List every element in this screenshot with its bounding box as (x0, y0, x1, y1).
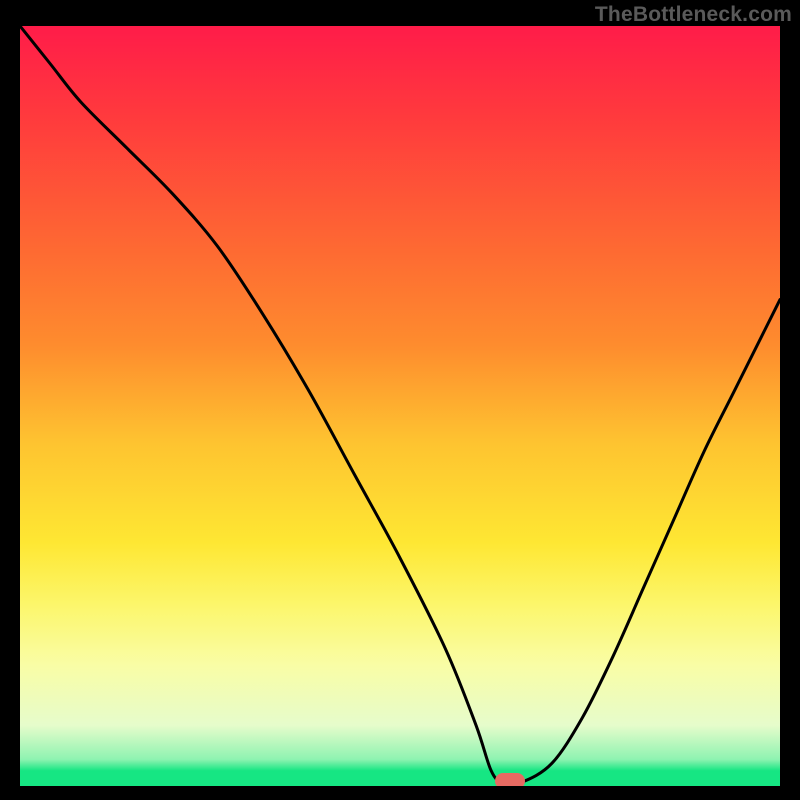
bottleneck-curve-path (20, 26, 780, 784)
chart-curve (20, 26, 780, 786)
optimum-marker (495, 773, 525, 786)
watermark-text: TheBottleneck.com (595, 3, 792, 27)
chart-plot-area (20, 26, 780, 786)
